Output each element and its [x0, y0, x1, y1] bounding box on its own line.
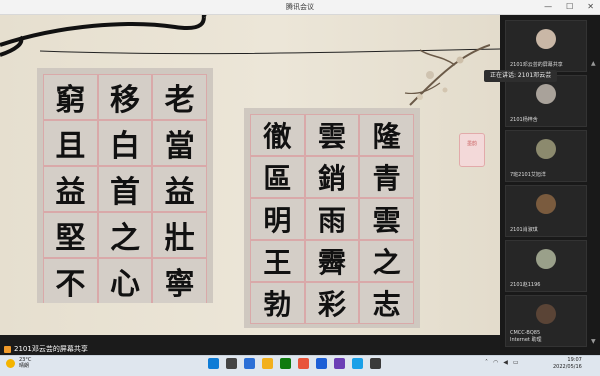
calligraphy-char: 銷 [304, 156, 360, 198]
weather-desc: 晴朗 [19, 363, 30, 369]
window-title: 腾讯会议 [286, 3, 314, 11]
wifi-icon[interactable]: ◠ [493, 359, 498, 366]
avatar [536, 29, 556, 49]
calligraphy-char: 彩 [304, 282, 360, 324]
maximize-icon[interactable]: ☐ [566, 2, 573, 11]
clock[interactable]: 19:07 2022/05/16 [553, 357, 582, 371]
calligraphy-char: 老 [152, 74, 207, 120]
shared-screen: 墨韵 窮移老且白當益首益堅之壯不心寧 徹雲隆區銷青明雨雲王霽之勃彩志 [0, 15, 500, 335]
calligraphy-char: 心 [97, 258, 153, 303]
speaking-indicator: 正在讲话: 2101邓云芸 [484, 70, 558, 82]
calligraphy-char: 移 [97, 74, 153, 120]
battery-icon[interactable]: ▭ [513, 359, 519, 366]
taskbar-app-icon[interactable] [298, 358, 309, 369]
calligraphy-char: 霽 [304, 240, 360, 282]
participant-tile[interactable]: 2101赵1196 [505, 240, 587, 292]
system-tray: ˄ ◠ ◀ ▭ [485, 359, 519, 366]
calligraphy-char: 勃 [250, 282, 305, 324]
avatar [536, 194, 556, 214]
calligraphy-char: 隆 [359, 114, 414, 156]
calligraphy-char: 志 [359, 282, 414, 324]
share-indicator[interactable]: 2101邓云芸的屏幕共享 [4, 344, 88, 354]
clock-date: 2022/05/16 [553, 364, 582, 370]
calligraphy-photo-2: 徹雲隆區銷青明雨雲王霽之勃彩志 [244, 108, 420, 328]
participant-name: 7班2101艾旭洋 [510, 172, 546, 178]
participant-tile[interactable]: 2101邓云芸的屏幕共享 [505, 20, 587, 72]
calligraphy-photo-1: 窮移老且白當益首益堅之壯不心寧 [37, 68, 213, 303]
avatar [536, 139, 556, 159]
window-controls: — ☐ ✕ [544, 2, 594, 11]
calligraphy-char: 不 [43, 258, 98, 303]
title-bar: 腾讯会议 — ☐ ✕ [0, 0, 600, 15]
participant-tile[interactable]: 2101肖淑琪 [505, 185, 587, 237]
calligraphy-char: 益 [43, 166, 98, 212]
start-icon[interactable] [208, 358, 219, 369]
calligraphy-char: 首 [97, 166, 153, 212]
taskbar-app-icon[interactable] [244, 358, 255, 369]
taskbar-app-icon[interactable] [262, 358, 273, 369]
calligraphy-char: 寧 [152, 258, 207, 303]
screen-share-icon [4, 345, 11, 353]
weather-widget[interactable]: 23°C 晴朗 [6, 357, 31, 369]
minimize-icon[interactable]: — [544, 2, 552, 11]
search-icon[interactable] [226, 358, 237, 369]
avatar [536, 249, 556, 269]
calligraphy-char: 徹 [250, 114, 305, 156]
calligraphy-char: 明 [250, 198, 305, 240]
taskbar-app-icon[interactable] [352, 358, 363, 369]
participant-tile[interactable]: CMCC-BQ85 Internet 助理 [505, 295, 587, 347]
participant-tile[interactable]: 2101杨梓含 [505, 75, 587, 127]
scroll-down-icon[interactable]: ▼ [591, 338, 596, 345]
participant-name: 2101杨梓含 [510, 117, 538, 123]
taskbar-app-icon[interactable] [334, 358, 345, 369]
participant-name: 2101赵1196 [510, 282, 541, 288]
calligraphy-char: 之 [97, 212, 153, 258]
calligraphy-char: 且 [43, 120, 98, 166]
taskbar-apps [208, 358, 381, 369]
participant-tile[interactable]: 7班2101艾旭洋 [505, 130, 587, 182]
sun-icon [6, 358, 15, 368]
calligraphy-char: 雨 [304, 198, 360, 240]
volume-icon[interactable]: ◀ [503, 359, 508, 366]
calligraphy-char: 區 [250, 156, 305, 198]
close-icon[interactable]: ✕ [587, 2, 594, 11]
calligraphy-char: 堅 [43, 212, 98, 258]
scroll-up-icon[interactable]: ▲ [591, 60, 596, 67]
calligraphy-char: 雲 [359, 198, 414, 240]
calligraphy-char: 當 [152, 120, 207, 166]
taskbar-app-icon[interactable] [370, 358, 381, 369]
calligraphy-char: 益 [152, 166, 207, 212]
taskbar-app-icon[interactable] [316, 358, 327, 369]
calligraphy-char: 白 [97, 120, 153, 166]
participant-name: 2101邓云芸的屏幕共享 [510, 62, 563, 68]
participant-subname: Internet 助理 [510, 337, 542, 343]
participant-name: 2101肖淑琪 [510, 227, 538, 233]
chevron-up-icon[interactable]: ˄ [485, 359, 488, 366]
share-status-label: 2101邓云芸的屏幕共享 [14, 345, 88, 353]
calligraphy-char: 窮 [43, 74, 98, 120]
calligraphy-char: 雲 [304, 114, 360, 156]
seal-stamp: 墨韵 [459, 133, 485, 167]
avatar [536, 304, 556, 324]
calligraphy-char: 壯 [152, 212, 207, 258]
clock-time: 19:07 [567, 357, 582, 363]
calligraphy-char: 王 [250, 240, 305, 282]
taskbar-app-icon[interactable] [280, 358, 291, 369]
calligraphy-char: 青 [359, 156, 414, 198]
avatar [536, 84, 556, 104]
calligraphy-char: 之 [359, 240, 414, 282]
